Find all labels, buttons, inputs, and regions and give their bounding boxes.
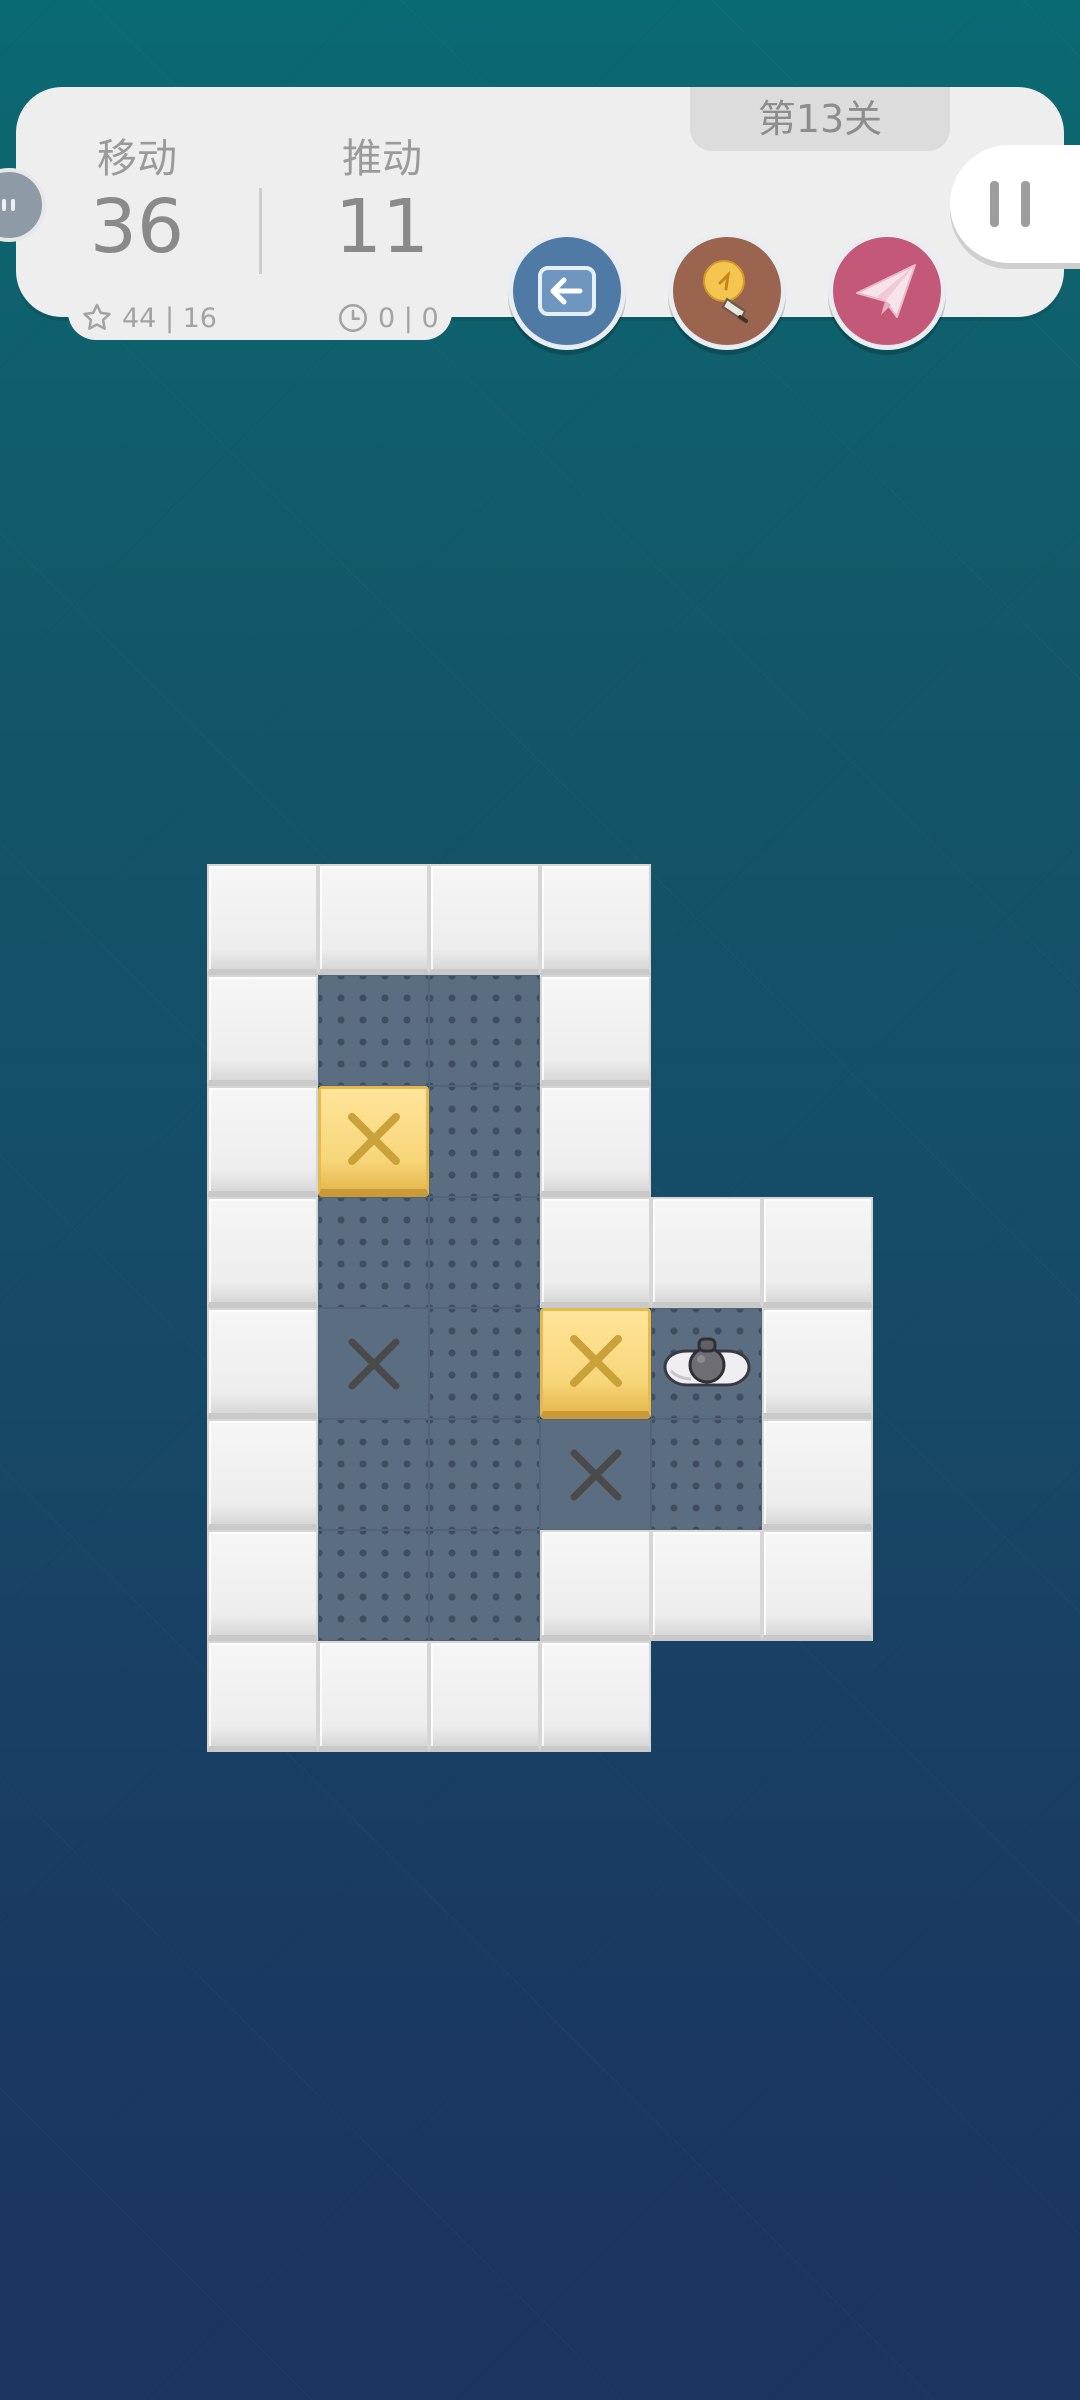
best-record-text: 44 | 16 (122, 302, 217, 334)
best-record: 44 | 16 (80, 298, 217, 338)
wall-tile (429, 1641, 540, 1752)
pushes-value: 11 (334, 184, 430, 270)
wall-tile (429, 864, 540, 975)
hint-button[interactable] (668, 232, 786, 350)
wall-tile (540, 1530, 651, 1641)
timer: 0 | 0 (336, 298, 439, 338)
wall-tile (540, 1641, 651, 1752)
moves-label: 移动 (97, 136, 177, 182)
floor-tile[interactable] (429, 1530, 540, 1641)
pause-button[interactable] (950, 145, 1080, 263)
wall-tile (762, 1419, 873, 1530)
wall-tile (207, 975, 318, 1086)
player-tile[interactable] (651, 1308, 762, 1419)
level-title: 第13关 (690, 87, 950, 151)
wall-tile (207, 1641, 318, 1752)
box-cross-icon (347, 1113, 400, 1165)
wall-tile (207, 1530, 318, 1641)
floor-tile[interactable] (429, 1086, 540, 1197)
goal-tile[interactable] (318, 1308, 429, 1419)
floor-tile[interactable] (429, 1308, 540, 1419)
game-board[interactable] (207, 864, 873, 1752)
wall-tile (207, 1308, 318, 1419)
player-icon (662, 1337, 751, 1386)
side-menu-icon (2, 199, 15, 211)
wall-tile (540, 1086, 651, 1197)
moves-value: 36 (89, 184, 185, 270)
wall-tile (540, 864, 651, 975)
wall-tile (318, 1641, 429, 1752)
stat-divider (259, 188, 262, 274)
paper-plane-icon (856, 264, 916, 318)
goal-tile[interactable] (540, 1419, 651, 1530)
floor-tile[interactable] (429, 1419, 540, 1530)
undo-arrow-icon (538, 266, 596, 316)
floor-tile[interactable] (651, 1419, 762, 1530)
wall-tile (651, 1530, 762, 1641)
wall-tile (207, 864, 318, 975)
floor-tile[interactable] (318, 1530, 429, 1641)
wall-tile (318, 864, 429, 975)
pushes-label: 推动 (342, 136, 422, 182)
star-icon (83, 303, 111, 330)
wall-tile (651, 1197, 762, 1308)
clock-icon (338, 303, 368, 333)
wall-tile (207, 1419, 318, 1530)
timer-text: 0 | 0 (378, 302, 439, 334)
wall-tile (762, 1308, 873, 1419)
wall-tile (762, 1197, 873, 1308)
floor-tile[interactable] (318, 975, 429, 1086)
floor-tile[interactable] (318, 1419, 429, 1530)
wall-tile (540, 975, 651, 1086)
undo-button[interactable] (508, 232, 626, 350)
lightbulb-icon (703, 260, 748, 323)
pause-icon (990, 181, 999, 227)
floor-tile[interactable] (429, 975, 540, 1086)
box-tile[interactable] (540, 1308, 651, 1419)
wall-tile (762, 1530, 873, 1641)
goal-cross-icon (570, 1449, 621, 1500)
wall-tile (540, 1197, 651, 1308)
goal-cross-icon (348, 1338, 399, 1389)
box-tile[interactable] (318, 1086, 429, 1197)
floor-tile[interactable] (318, 1197, 429, 1308)
box-cross-icon (569, 1335, 622, 1387)
wall-tile (207, 1086, 318, 1197)
wall-tile (207, 1197, 318, 1308)
floor-tile[interactable] (429, 1197, 540, 1308)
share-button[interactable] (828, 232, 946, 350)
